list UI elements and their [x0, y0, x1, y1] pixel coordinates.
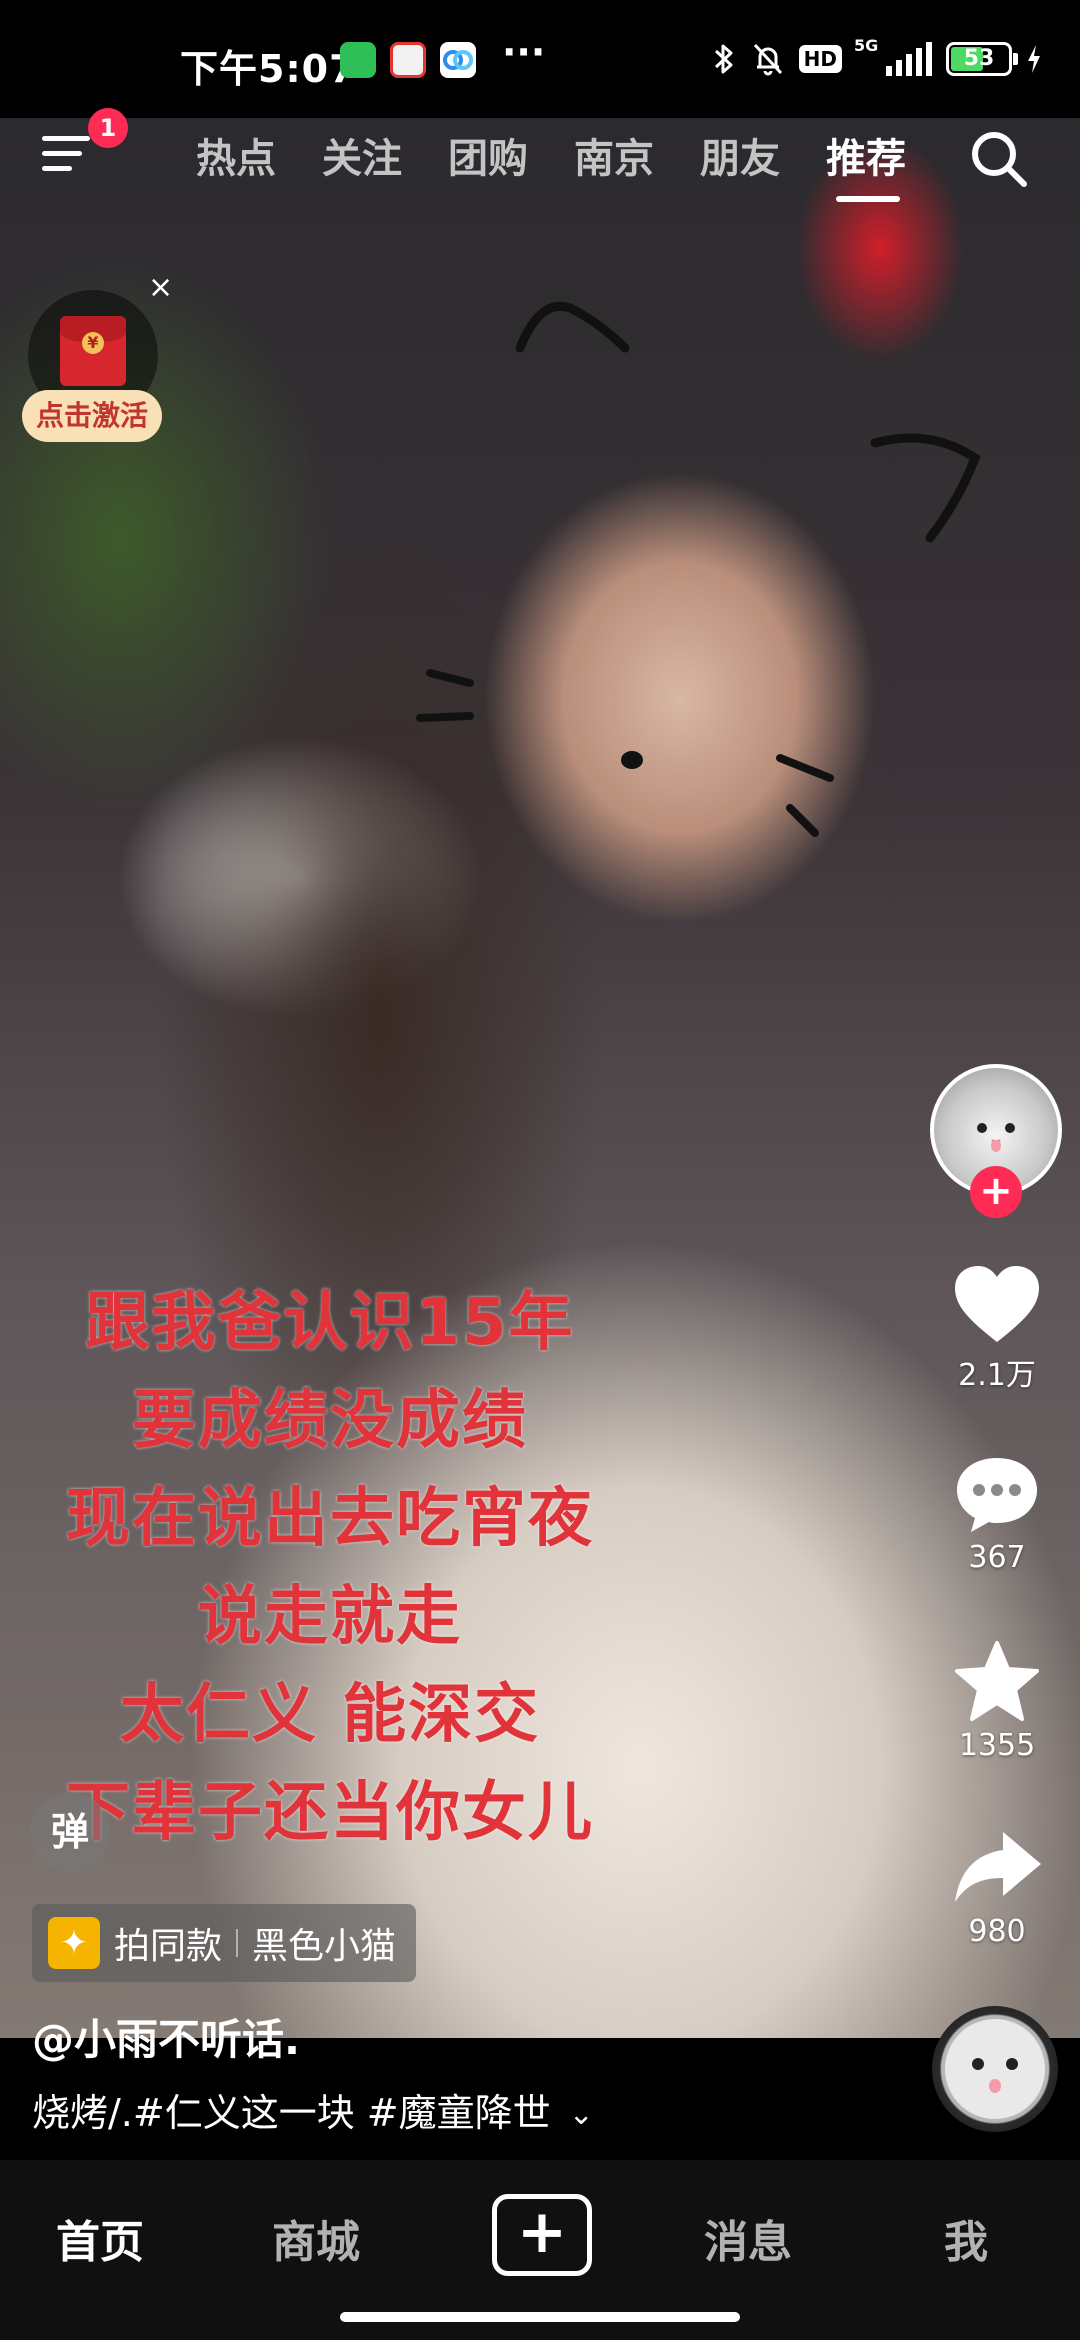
- menu-icon[interactable]: [42, 136, 90, 176]
- template-name: 黑色小猫: [252, 1926, 397, 1967]
- active-tab-indicator: [836, 196, 900, 202]
- tab-nanjing[interactable]: 南京: [574, 126, 654, 184]
- nav-home[interactable]: 首页: [56, 2206, 144, 2270]
- favorite-button[interactable]: 1355: [940, 1640, 1054, 1763]
- star-icon: [955, 1641, 1039, 1721]
- nav-me[interactable]: 我: [944, 2206, 988, 2270]
- sparkle-icon: ✦: [48, 1917, 100, 1969]
- share-arrow-icon: [955, 1832, 1041, 1902]
- cat-music-cover-icon: [945, 2019, 1045, 2119]
- like-button[interactable]: 2.1万: [940, 1262, 1054, 1394]
- wechat-icon: [340, 42, 376, 78]
- subtitle-line: 说走就走: [198, 1580, 462, 1654]
- like-count: 2.1万: [958, 1358, 1036, 1393]
- comment-icon: [957, 1458, 1037, 1532]
- status-right: HD 5G 53: [711, 36, 1042, 82]
- signal-icon: 5G: [854, 36, 932, 76]
- caption-text: 烧烤/.#仁义这一块 #魔童降世: [32, 2091, 551, 2135]
- tab-recommended[interactable]: 推荐: [826, 126, 906, 184]
- battery-icon: 53: [946, 42, 1018, 76]
- favorite-count: 1355: [958, 1728, 1036, 1763]
- video-subtitles: 跟我爸认识15年 要成绩没成绩 现在说出去吃宵夜 说走就走 太仁义 能深交 下辈…: [0, 1274, 660, 1862]
- comment-button[interactable]: 367: [940, 1452, 1054, 1575]
- more-notifications-icon: ···: [502, 30, 546, 74]
- template-label: 拍同款: [114, 1926, 223, 1967]
- video-player[interactable]: 跟我爸认识15年 要成绩没成绩 现在说出去吃宵夜 说走就走 太仁义 能深交 下辈…: [0, 118, 1080, 2038]
- nav-mall[interactable]: 商城: [272, 2206, 360, 2270]
- close-icon[interactable]: ×: [148, 270, 173, 305]
- cat-avatar-icon: [977, 1123, 1015, 1152]
- subtitle-line: 跟我爸认识15年: [85, 1286, 575, 1360]
- hd-badge: HD: [798, 45, 842, 73]
- expand-caption-icon[interactable]: ⌄: [569, 2097, 594, 2132]
- danmaku-toggle[interactable]: 弹: [30, 1792, 110, 1872]
- subtitle-line: 现在说出去吃宵夜: [66, 1482, 594, 1556]
- mute-bell-icon: [753, 43, 782, 76]
- tab-following[interactable]: 关注: [322, 126, 402, 184]
- charging-icon: [1028, 45, 1040, 73]
- baidu-netdisk-icon: [440, 42, 476, 78]
- battery-level: 53: [963, 46, 995, 71]
- author-name[interactable]: @小雨不听话.: [32, 2006, 300, 2067]
- follow-button[interactable]: +: [970, 1166, 1022, 1218]
- music-disc[interactable]: [932, 2006, 1058, 2132]
- notification-badge: 1: [88, 108, 128, 148]
- red-envelope-icon: [60, 316, 126, 386]
- subtitle-line: 太仁义 能深交: [119, 1678, 541, 1752]
- template-chip[interactable]: ✦ 拍同款 黑色小猫: [32, 1904, 417, 1982]
- 58-app-icon: [390, 42, 426, 78]
- subtitle-line: 要成绩没成绩: [132, 1384, 528, 1458]
- chip-divider: [236, 1929, 239, 1957]
- video-caption[interactable]: 烧烤/.#仁义这一块 #魔童降世 ⌄: [32, 2082, 594, 2137]
- tab-friends[interactable]: 朋友: [700, 126, 780, 184]
- red-packet-activate-label[interactable]: 点击激活: [22, 390, 163, 442]
- network-label: 5G: [854, 36, 879, 55]
- tab-group-buy[interactable]: 团购: [448, 126, 528, 184]
- heart-icon: [955, 1266, 1039, 1342]
- search-icon[interactable]: [968, 128, 1030, 190]
- tab-hot[interactable]: 热点: [196, 126, 276, 184]
- status-bar: 下午5:07 ··· HD 5G 53: [0, 0, 1080, 118]
- create-button[interactable]: +: [492, 2194, 592, 2276]
- share-count: 980: [968, 1914, 1026, 1949]
- status-time: 下午5:07: [180, 47, 357, 91]
- comment-count: 367: [968, 1540, 1026, 1575]
- home-indicator[interactable]: [340, 2312, 740, 2322]
- bluetooth-icon: [714, 44, 733, 74]
- share-button[interactable]: 980: [940, 1826, 1054, 1949]
- nav-messages[interactable]: 消息: [704, 2206, 792, 2270]
